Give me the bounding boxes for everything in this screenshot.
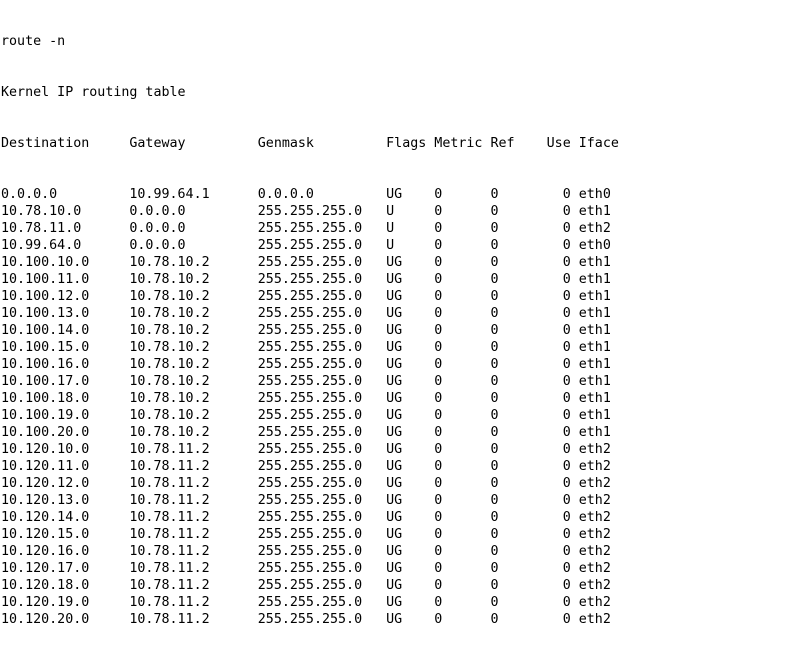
routing-table-rows: 0.0.0.0 10.99.64.1 0.0.0.0 UG 0 0 0 eth0… — [1, 186, 799, 628]
table-row: 10.99.64.0 0.0.0.0 255.255.255.0 U 0 0 0… — [1, 238, 611, 253]
table-row: 10.100.17.0 10.78.10.2 255.255.255.0 UG … — [1, 374, 611, 389]
table-row: 10.100.20.0 10.78.10.2 255.255.255.0 UG … — [1, 425, 611, 440]
table-row: 10.120.18.0 10.78.11.2 255.255.255.0 UG … — [1, 578, 611, 593]
table-row: 10.120.19.0 10.78.11.2 255.255.255.0 UG … — [1, 595, 611, 610]
terminal-output[interactable]: route -n Kernel IP routing table Destina… — [1, 0, 799, 627]
table-row: 10.100.13.0 10.78.10.2 255.255.255.0 UG … — [1, 306, 611, 321]
table-row: 10.100.16.0 10.78.10.2 255.255.255.0 UG … — [1, 357, 611, 372]
table-row: 10.120.16.0 10.78.11.2 255.255.255.0 UG … — [1, 544, 611, 559]
routing-table-header: Destination Gateway Genmask Flags Metric… — [1, 136, 619, 151]
table-row: 10.120.13.0 10.78.11.2 255.255.255.0 UG … — [1, 493, 611, 508]
table-row: 10.100.10.0 10.78.10.2 255.255.255.0 UG … — [1, 255, 611, 270]
table-row: 0.0.0.0 10.99.64.1 0.0.0.0 UG 0 0 0 eth0 — [1, 187, 611, 202]
table-row: 10.100.15.0 10.78.10.2 255.255.255.0 UG … — [1, 340, 611, 355]
routing-table-title: Kernel IP routing table — [1, 85, 186, 100]
table-row: 10.100.12.0 10.78.10.2 255.255.255.0 UG … — [1, 289, 611, 304]
table-row: 10.120.17.0 10.78.11.2 255.255.255.0 UG … — [1, 561, 611, 576]
table-row: 10.100.11.0 10.78.10.2 255.255.255.0 UG … — [1, 272, 611, 287]
table-row: 10.78.11.0 0.0.0.0 255.255.255.0 U 0 0 0… — [1, 221, 611, 236]
table-row: 10.120.10.0 10.78.11.2 255.255.255.0 UG … — [1, 442, 611, 457]
table-row: 10.120.15.0 10.78.11.2 255.255.255.0 UG … — [1, 527, 611, 542]
table-row: 10.120.11.0 10.78.11.2 255.255.255.0 UG … — [1, 459, 611, 474]
table-row: 10.100.18.0 10.78.10.2 255.255.255.0 UG … — [1, 391, 611, 406]
table-row: 10.120.20.0 10.78.11.2 255.255.255.0 UG … — [1, 612, 611, 627]
table-row: 10.120.14.0 10.78.11.2 255.255.255.0 UG … — [1, 510, 611, 525]
table-row: 10.100.14.0 10.78.10.2 255.255.255.0 UG … — [1, 323, 611, 338]
table-row: 10.120.12.0 10.78.11.2 255.255.255.0 UG … — [1, 476, 611, 491]
command-line: route -n — [1, 34, 66, 49]
table-row: 10.100.19.0 10.78.10.2 255.255.255.0 UG … — [1, 408, 611, 423]
table-row: 10.78.10.0 0.0.0.0 255.255.255.0 U 0 0 0… — [1, 204, 611, 219]
